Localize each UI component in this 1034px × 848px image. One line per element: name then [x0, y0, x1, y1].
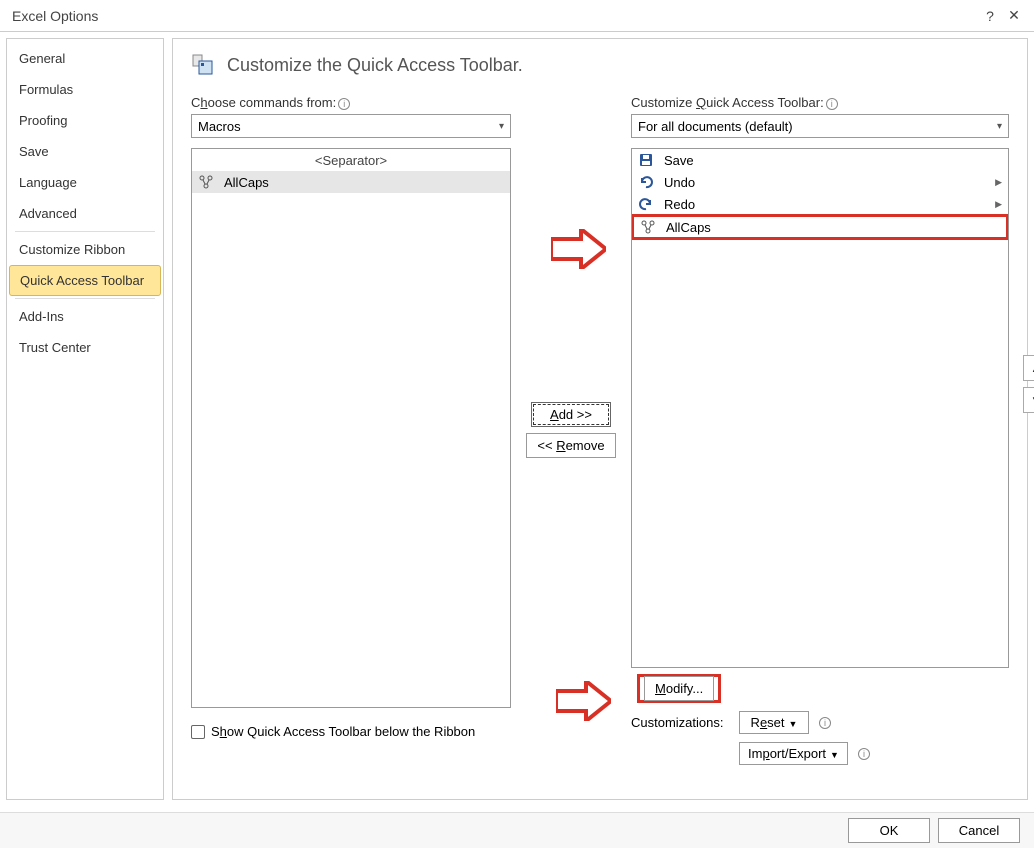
list-item-label: Redo: [664, 197, 695, 212]
dialog-footer: OK Cancel: [0, 812, 1034, 848]
info-icon[interactable]: i: [826, 98, 838, 110]
sidebar-item-save[interactable]: Save: [7, 136, 163, 167]
titlebar: Excel Options ? ✕: [0, 0, 1034, 32]
list-item-label: <Separator>: [315, 153, 387, 168]
chevron-down-icon: ▾: [499, 121, 504, 132]
macro-icon: [640, 219, 656, 235]
sidebar-item-formulas[interactable]: Formulas: [7, 74, 163, 105]
choose-commands-label: Choose commands from:i: [191, 95, 511, 110]
qat-listbox[interactable]: Save Undo ▶ Redo ▶ AllCaps: [631, 148, 1009, 668]
import-export-button[interactable]: Import/Export▼: [739, 742, 848, 765]
customize-qat-label: Customize Quick Access Toolbar:i: [631, 95, 1009, 110]
sidebar-item-trust-center[interactable]: Trust Center: [7, 332, 163, 363]
help-button[interactable]: ?: [978, 8, 1002, 24]
show-below-ribbon-label: Show Quick Access Toolbar below the Ribb…: [211, 724, 475, 739]
reset-button[interactable]: Reset▼: [739, 711, 809, 734]
annotation-arrow: [551, 229, 606, 269]
flyout-indicator-icon: ▶: [995, 177, 1002, 188]
list-item[interactable]: AllCaps: [631, 214, 1009, 240]
list-item[interactable]: Redo ▶: [632, 193, 1008, 215]
sidebar-item-language[interactable]: Language: [7, 167, 163, 198]
window-title: Excel Options: [8, 8, 978, 24]
sidebar-item-general[interactable]: General: [7, 43, 163, 74]
annotation-arrow: [556, 681, 611, 721]
customizations-label: Customizations:: [631, 715, 731, 730]
category-sidebar: GeneralFormulasProofingSaveLanguageAdvan…: [6, 38, 164, 800]
add-button[interactable]: Add >>: [531, 402, 611, 427]
sidebar-item-quick-access-toolbar[interactable]: Quick Access Toolbar: [9, 265, 161, 296]
info-icon[interactable]: i: [819, 717, 831, 729]
close-button[interactable]: ✕: [1002, 7, 1026, 24]
list-item-label: Undo: [664, 175, 695, 190]
qat-icon: [191, 53, 215, 77]
choose-commands-combo[interactable]: Macros▾: [191, 114, 511, 138]
list-item-label: AllCaps: [666, 220, 711, 235]
move-up-button[interactable]: ▴: [1023, 355, 1034, 381]
list-item[interactable]: AllCaps: [192, 171, 510, 193]
list-item[interactable]: Undo ▶: [632, 171, 1008, 193]
sidebar-item-proofing[interactable]: Proofing: [7, 105, 163, 136]
main-panel: Customize the Quick Access Toolbar. Choo…: [172, 38, 1028, 800]
commands-listbox[interactable]: <Separator> AllCaps: [191, 148, 511, 708]
list-item[interactable]: <Separator>: [192, 149, 510, 171]
move-down-button[interactable]: ▾: [1023, 387, 1034, 413]
redo-icon: [638, 196, 654, 212]
flyout-indicator-icon: ▶: [995, 199, 1002, 210]
sidebar-item-customize-ribbon[interactable]: Customize Ribbon: [7, 234, 163, 265]
remove-button[interactable]: << Remove: [526, 433, 615, 458]
customize-qat-combo[interactable]: For all documents (default)▾: [631, 114, 1009, 138]
list-item-label: Save: [664, 153, 694, 168]
list-item-label: AllCaps: [224, 175, 269, 190]
cancel-button[interactable]: Cancel: [938, 818, 1020, 843]
ok-button[interactable]: OK: [848, 818, 930, 843]
save-icon: [638, 152, 654, 168]
chevron-down-icon: ▾: [997, 121, 1002, 132]
sidebar-item-advanced[interactable]: Advanced: [7, 198, 163, 229]
info-icon[interactable]: i: [338, 98, 350, 110]
page-title: Customize the Quick Access Toolbar.: [227, 55, 523, 76]
list-item[interactable]: Save: [632, 149, 1008, 171]
modify-button[interactable]: Modify...: [644, 676, 714, 701]
macro-icon: [198, 174, 214, 190]
sidebar-item-add-ins[interactable]: Add-Ins: [7, 301, 163, 332]
show-below-ribbon-checkbox[interactable]: [191, 725, 205, 739]
undo-icon: [638, 174, 654, 190]
info-icon[interactable]: i: [858, 748, 870, 760]
